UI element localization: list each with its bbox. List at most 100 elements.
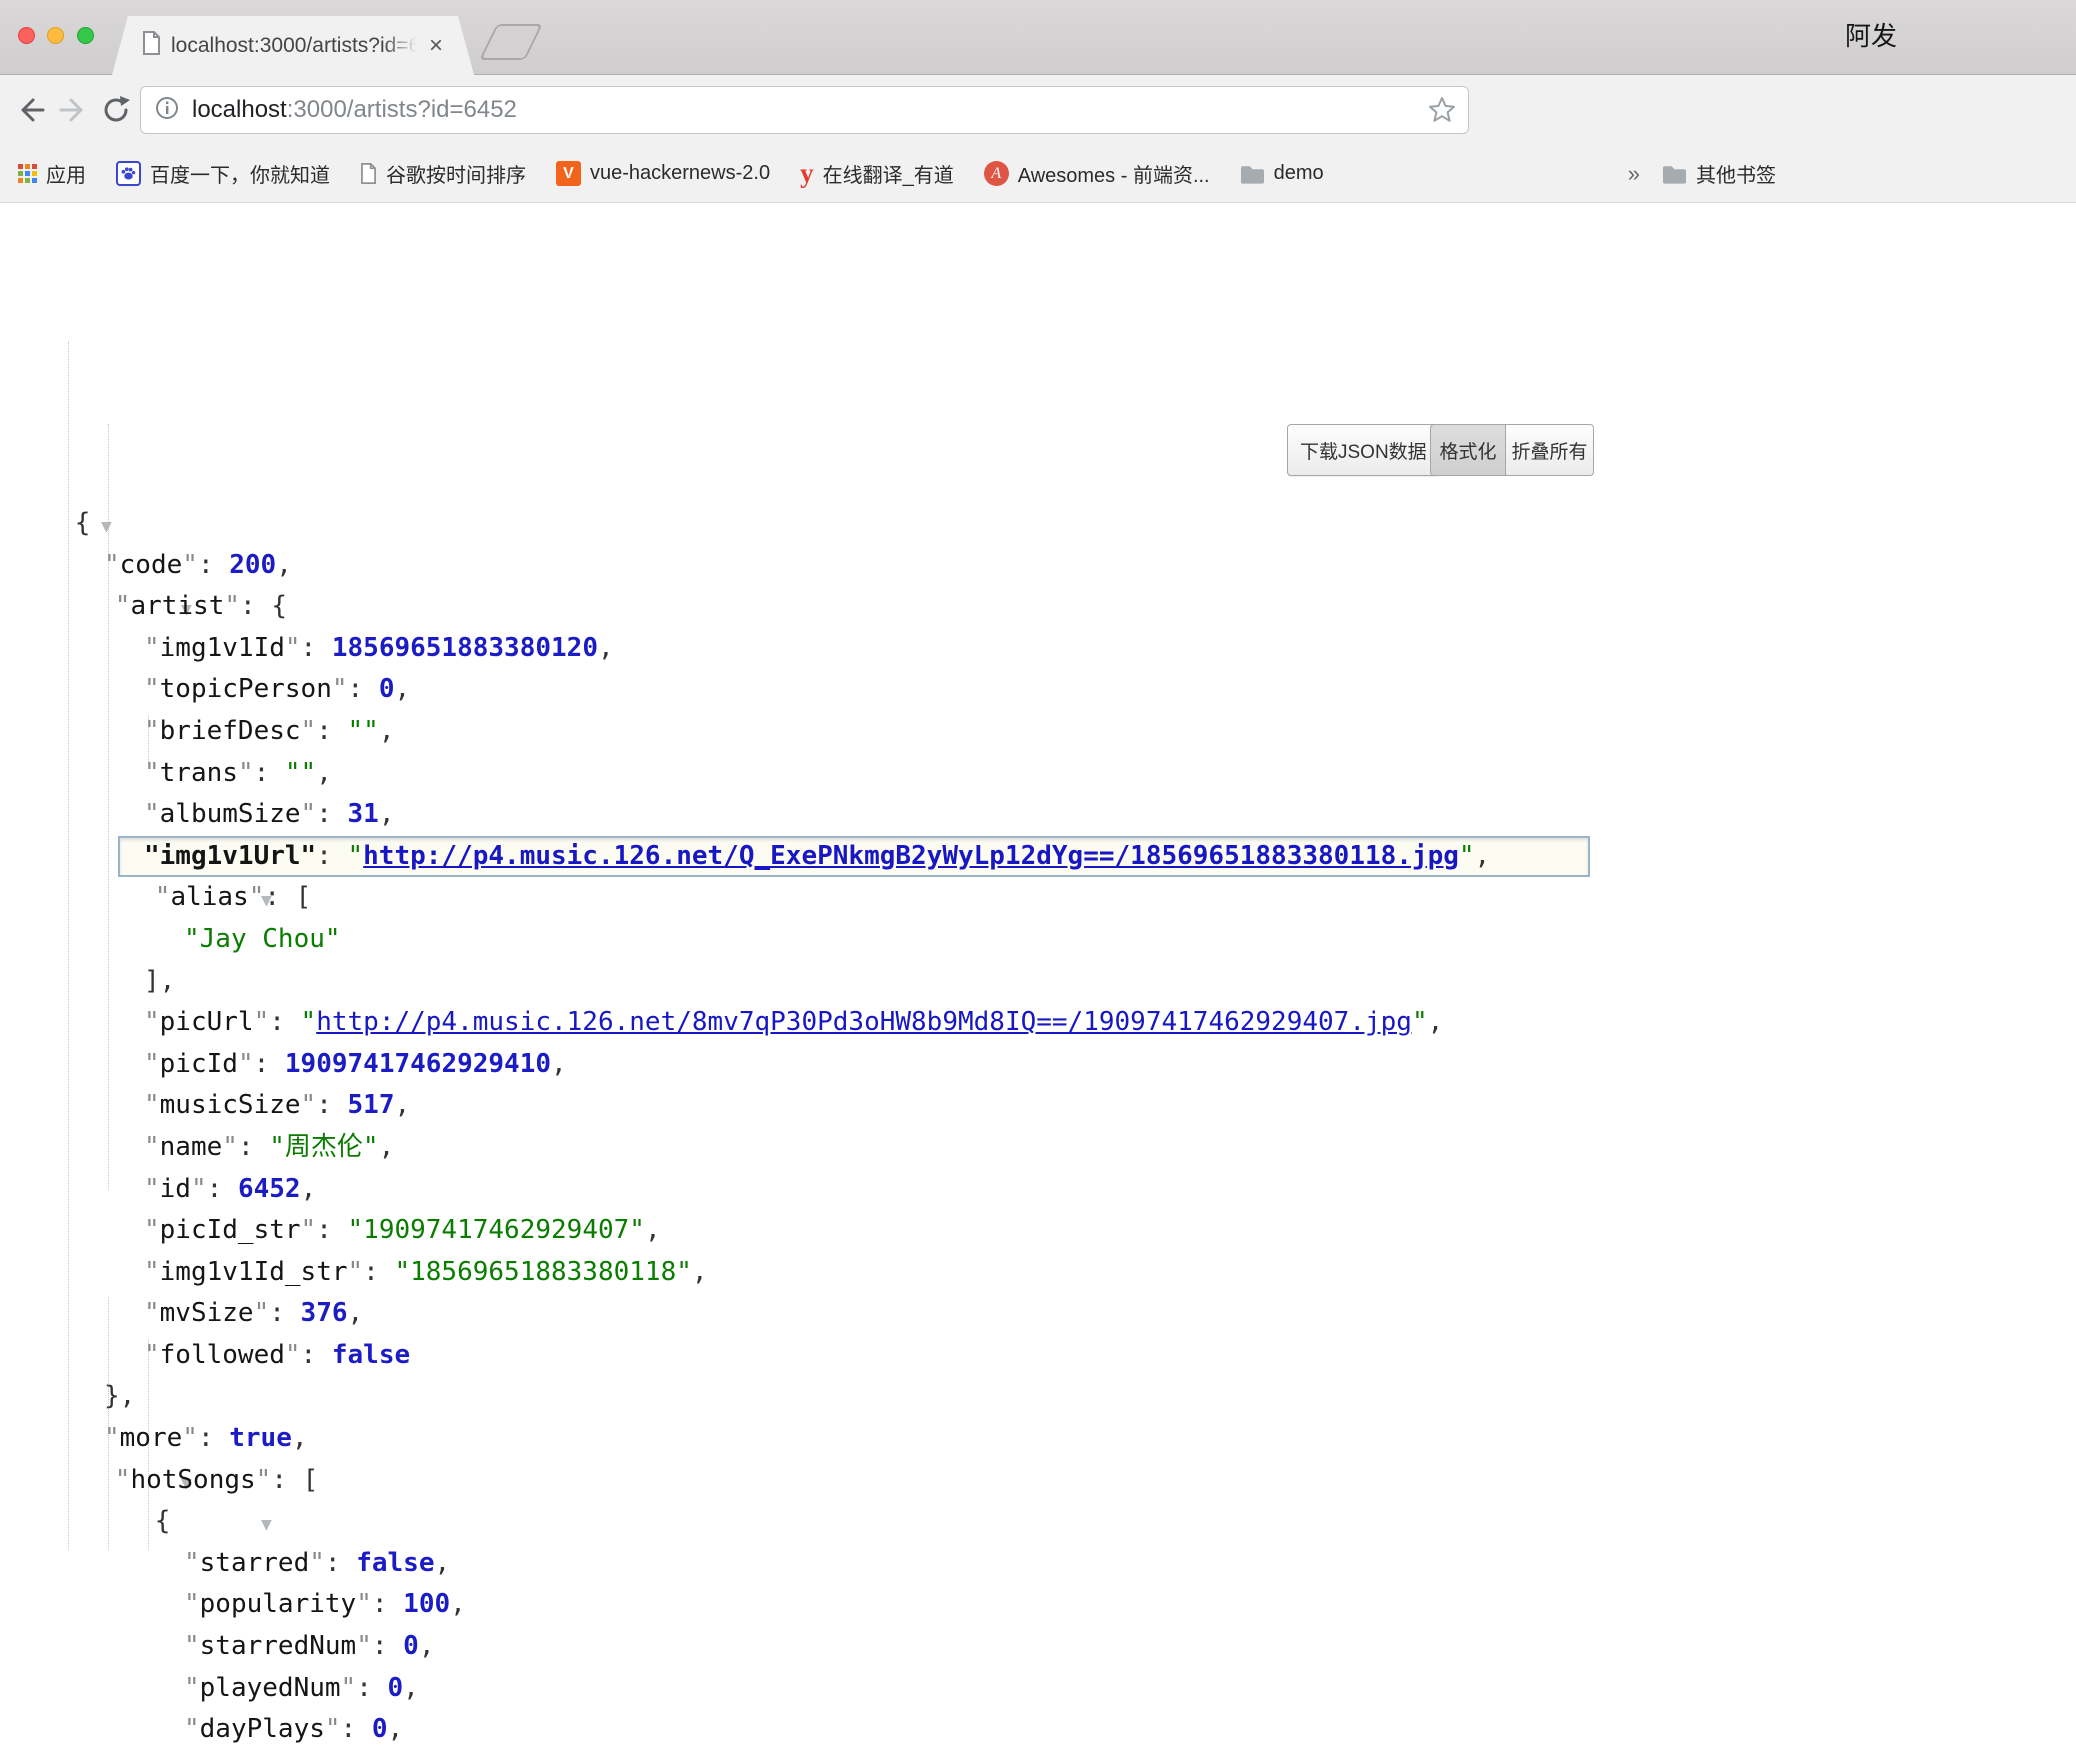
json-token: trans	[160, 758, 238, 788]
json-token: "	[224, 591, 240, 621]
json-token: :	[254, 758, 285, 788]
collapse-toggle-icon[interactable]: ▼	[101, 519, 112, 535]
address-bar[interactable]: localhost:3000/artists?id=6452	[140, 86, 1469, 134]
profile-name[interactable]: 阿发	[1845, 16, 1897, 53]
json-token: img1v1Id_str	[160, 1257, 348, 1287]
json-token: ,	[379, 799, 395, 829]
json-token: ,	[1428, 1007, 1444, 1037]
json-url-link[interactable]: http://p4.music.126.net/8mv7qP30Pd3oHW8b…	[316, 1007, 1412, 1037]
json-token: "img1v1Url"	[144, 841, 316, 871]
vue-v-icon: V	[556, 161, 581, 186]
back-button[interactable]	[8, 75, 52, 145]
json-token: "	[184, 1714, 200, 1744]
maximize-window-button[interactable]	[77, 27, 94, 44]
json-token: ],	[144, 966, 175, 996]
json-token: "	[144, 1298, 160, 1328]
json-token: ,	[434, 1548, 450, 1578]
json-line: "picId_str": "19097417462929407",	[0, 1210, 2076, 1252]
json-token: ,	[348, 1298, 364, 1328]
new-tab-button[interactable]	[479, 24, 543, 60]
apps-grid-icon	[18, 164, 37, 183]
json-token: ,	[379, 716, 395, 746]
bookmark-folder-demo[interactable]: demo	[1240, 162, 1324, 185]
json-token: "	[1412, 1007, 1428, 1037]
site-info-icon[interactable]	[155, 96, 179, 125]
json-token: "Jay Chou"	[184, 924, 341, 954]
json-token: ,	[598, 633, 614, 663]
close-window-button[interactable]	[18, 27, 35, 44]
json-token: 0	[372, 1714, 388, 1744]
json-token: code	[120, 550, 183, 580]
json-token: musicSize	[160, 1090, 301, 1120]
json-token: :	[372, 1631, 403, 1661]
bookmark-baidu[interactable]: 百度一下，你就知道	[116, 159, 330, 188]
forward-button[interactable]	[52, 75, 96, 145]
json-url-link[interactable]: http://p4.music.126.net/Q_ExePNkmgB2yWyL…	[363, 841, 1459, 871]
json-line: "more": true,	[0, 1418, 2076, 1460]
json-token: name	[160, 1132, 223, 1162]
json-token: "	[348, 1257, 364, 1287]
minimize-window-button[interactable]	[47, 27, 64, 44]
bookmark-awesomes[interactable]: A Awesomes - 前端资...	[984, 159, 1210, 188]
json-token: :	[356, 1673, 387, 1703]
json-token: {	[155, 1506, 171, 1536]
bookmark-google-sort[interactable]: 谷歌按时间排序	[360, 159, 526, 188]
json-token: "	[104, 550, 120, 580]
json-token: {	[75, 508, 91, 538]
url-text[interactable]: localhost:3000/artists?id=6452	[192, 96, 517, 124]
json-line: ▼{	[0, 1501, 2076, 1543]
bookmark-apps[interactable]: 应用	[18, 159, 86, 188]
json-token: :	[301, 1340, 332, 1370]
json-token: 6452	[238, 1174, 301, 1204]
json-token: false	[332, 1340, 410, 1370]
json-token: "	[254, 1007, 270, 1037]
json-token: :	[372, 1589, 403, 1619]
json-token: "	[144, 799, 160, 829]
json-token: :	[316, 799, 347, 829]
json-line: "topicPerson": 0,	[0, 669, 2076, 711]
json-line: ▼"alias": [	[0, 877, 2076, 919]
tab-close-icon[interactable]: ×	[429, 34, 443, 58]
tab-strip: localhost:3000/artists?id=645 × 阿发	[0, 0, 2076, 75]
json-token: "周杰伦"	[269, 1132, 378, 1162]
reload-button[interactable]	[94, 75, 138, 145]
bookmark-youdao[interactable]: y 在线翻译_有道	[800, 159, 954, 188]
json-line: "starredNum": 0,	[0, 1626, 2076, 1668]
json-token: "	[144, 716, 160, 746]
json-token: "	[144, 1007, 160, 1037]
json-token: :	[198, 1423, 229, 1453]
json-token: "	[104, 1423, 120, 1453]
active-tab[interactable]: localhost:3000/artists?id=645 ×	[112, 16, 474, 75]
json-token: :	[316, 1215, 347, 1245]
json-token: ,	[645, 1215, 661, 1245]
json-token: artist	[130, 591, 224, 621]
bookmark-label: 在线翻译_有道	[823, 159, 954, 188]
bookmark-label: demo	[1274, 162, 1324, 185]
collapse-toggle-icon[interactable]: ▼	[261, 1517, 272, 1533]
youdao-y-icon: y	[800, 160, 814, 187]
bookmark-star-icon[interactable]	[1426, 94, 1458, 131]
bookmark-vue-hackernews[interactable]: V vue-hackernews-2.0	[556, 161, 770, 186]
folder-icon	[1240, 164, 1265, 184]
bookmarks-overflow-chevron[interactable]: »	[1628, 161, 1640, 187]
json-token: : {	[240, 591, 287, 621]
json-token: :	[207, 1174, 238, 1204]
page-icon	[360, 163, 377, 184]
awesomes-a-icon: A	[984, 161, 1009, 186]
baidu-paw-icon	[116, 161, 141, 186]
json-token: "	[222, 1132, 238, 1162]
json-token: :	[269, 1007, 300, 1037]
other-bookmarks-folder[interactable]: 其他书签	[1662, 159, 1776, 188]
json-token: dayPlays	[200, 1714, 325, 1744]
json-token: ,	[450, 1589, 466, 1619]
url-path: :3000/artists?id=6452	[287, 96, 517, 123]
json-token: "	[1459, 841, 1475, 871]
json-token: "	[184, 1673, 200, 1703]
indent-guide	[108, 424, 109, 1190]
json-token: ,	[388, 1714, 404, 1744]
json-token: "	[144, 674, 160, 704]
json-token: starred	[200, 1548, 310, 1578]
json-token: picUrl	[160, 1007, 254, 1037]
json-token: ,	[379, 1132, 395, 1162]
json-token: ,	[316, 758, 332, 788]
